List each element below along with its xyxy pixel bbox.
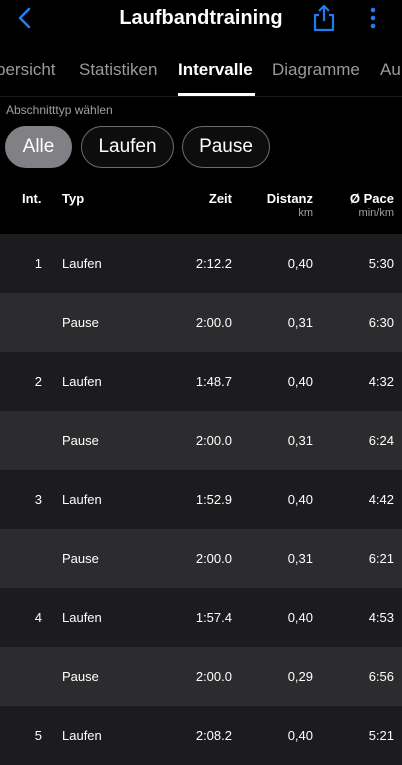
cell-pace: 4:32 [368,374,394,389]
table-row[interactable]: Pause 2:00.0 0,31 6:30 [0,293,402,352]
cell-distanz: 0,40 [287,610,313,625]
cell-zeit: 1:52.9 [195,492,232,507]
more-vertical-icon[interactable] [365,6,381,30]
table-row[interactable]: 2 Laufen 1:48.7 0,40 4:32 [0,352,402,411]
cell-distanz: 0,40 [287,256,313,271]
cell-int: 2 [34,374,42,389]
table-body: 1 Laufen 2:12.2 0,40 5:30 Pause 2:00.0 0,31 6:30… [0,234,402,765]
active-tab-indicator [178,93,255,96]
cell-distanz: 0,40 [287,374,313,389]
cell-distanz: 0,29 [287,669,313,684]
tab-diagramme[interactable]: Diagramme [272,60,360,80]
cell-int: 1 [34,256,42,271]
column-pace-unit: min/km [358,207,394,219]
column-zeit: Zeit [208,191,232,206]
table-row[interactable]: Pause 2:00.0 0,31 6:21 [0,529,402,588]
table-row[interactable]: 3 Laufen 1:52.9 0,40 4:42 [0,470,402,529]
cell-zeit: 2:12.2 [195,256,232,271]
column-typ: Typ [62,191,85,206]
table-row[interactable]: 1 Laufen 2:12.2 0,40 5:30 [0,234,402,293]
cell-distanz: 0,31 [287,433,313,448]
tab-intervalle[interactable]: Intervalle [178,60,253,80]
column-int: Int. [22,191,42,206]
cell-distanz: 0,31 [287,315,313,330]
cell-zeit: 2:00.0 [195,551,232,566]
chevron-left-icon[interactable] [14,6,36,30]
cell-typ: Laufen [62,374,102,389]
share-icon[interactable] [311,4,337,32]
cell-typ: Pause [62,551,99,566]
cell-typ: Pause [62,669,99,684]
cell-zeit: 2:00.0 [195,433,232,448]
filter-chip-pause[interactable]: Pause [182,126,270,168]
cell-int: 3 [34,492,42,507]
cell-pace: 5:30 [368,256,394,271]
tab-bar: bersicht Statistiken Intervalle Diagramm… [0,44,402,97]
cell-pace: 6:30 [368,315,394,330]
cell-typ: Laufen [62,728,102,743]
cell-typ: Laufen [62,610,102,625]
table-row[interactable]: 4 Laufen 1:57.4 0,40 4:53 [0,588,402,647]
cell-typ: Laufen [62,256,102,271]
tab-statistiken[interactable]: Statistiken [79,60,157,80]
cell-typ: Pause [62,433,99,448]
cell-int: 5 [34,728,42,743]
cell-pace: 5:21 [368,728,394,743]
cell-zeit: 2:00.0 [195,669,232,684]
table-row[interactable]: 5 Laufen 2:08.2 0,40 5:21 [0,706,402,765]
cell-zeit: 1:57.4 [195,610,232,625]
table-header: Int. Typ Zeit Distanz km Ø Pace min/km [0,176,402,234]
tab-more[interactable]: Au [380,60,401,80]
cell-int: 4 [34,610,42,625]
cell-pace: 6:56 [368,669,394,684]
cell-pace: 6:21 [368,551,394,566]
cell-distanz: 0,31 [287,551,313,566]
cell-pace: 6:24 [368,433,394,448]
table-row[interactable]: Pause 2:00.0 0,31 6:24 [0,411,402,470]
cell-pace: 4:53 [368,610,394,625]
table-row[interactable]: Pause 2:00.0 0,29 6:56 [0,647,402,706]
filter-chip-alle[interactable]: Alle [5,126,72,168]
page-title: Laufbandtraining [119,6,283,29]
filter-chip-laufen[interactable]: Laufen [81,126,174,168]
cell-distanz: 0,40 [287,728,313,743]
cell-typ: Laufen [62,492,102,507]
cell-zeit: 2:08.2 [195,728,232,743]
column-distanz-unit: km [298,207,313,219]
cell-typ: Pause [62,315,99,330]
intervals-table: Int. Typ Zeit Distanz km Ø Pace min/km 1… [0,176,402,765]
column-pace: Ø Pace [349,191,394,206]
column-distanz: Distanz [266,191,313,206]
cell-pace: 4:42 [368,492,394,507]
cell-distanz: 0,40 [287,492,313,507]
tab-uebersicht[interactable]: bersicht [0,60,56,80]
cell-zeit: 1:48.7 [195,374,232,389]
header: Laufbandtraining [0,0,402,36]
cell-zeit: 2:00.0 [195,315,232,330]
section-label: Abschnitttyp wählen [6,103,113,117]
